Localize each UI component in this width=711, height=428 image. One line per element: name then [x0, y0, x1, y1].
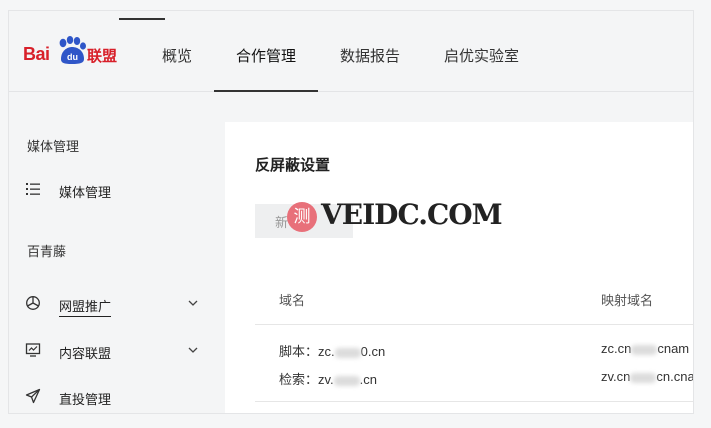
mapped-search-line: zv.cn cn.cnam — [601, 369, 694, 384]
watermark-badge: 测 — [287, 202, 317, 232]
page-title: 反屏蔽设置 — [255, 157, 331, 174]
column-header-domain: 域名 — [279, 293, 306, 308]
nav-item-overview[interactable]: 概览 — [140, 11, 214, 91]
nav-item-reports[interactable]: 数据报告 — [318, 11, 422, 91]
app-window: Bai du 联盟 概览 合作管理 数据报告 启优实验室 媒体管理 媒体管理 百… — [8, 10, 694, 414]
monitor-icon — [25, 343, 41, 357]
sidebar-item-label: 网盟推广 — [59, 296, 112, 317]
logo-text-bai: Bai — [23, 44, 50, 64]
domain-value-start: zc. — [318, 344, 335, 359]
mapped-value-end: cn.cnam — [656, 369, 694, 384]
domain-prefix: 检索： — [279, 372, 319, 387]
logo-text-union: 联盟 — [87, 48, 118, 65]
redacted-text — [334, 347, 361, 358]
mapped-script-line: zc.cn cnam — [601, 341, 689, 356]
chevron-down-icon[interactable] — [187, 344, 199, 356]
mapped-value-start: zc.cn — [601, 341, 632, 356]
sidebar-item-label: 内容联盟 — [59, 346, 112, 361]
sidebar-item-content-union[interactable]: 内容联盟 — [9, 335, 225, 367]
baidu-paw-icon: du — [59, 36, 86, 64]
nav-item-cooperation[interactable]: 合作管理 — [214, 11, 319, 92]
domain-search-line: 检索：zv. .cn — [279, 369, 377, 388]
column-header-mapped-domain: 映射域名 — [601, 293, 654, 308]
mapped-value-end: cnam — [657, 341, 690, 356]
domain-prefix: 脚本： — [279, 344, 319, 359]
chevron-down-icon[interactable] — [187, 297, 199, 309]
sidebar-group-media: 媒体管理 — [27, 139, 80, 154]
watermark: 测 VEIDC.COM — [287, 196, 503, 238]
sidebar-item-label: 媒体管理 — [59, 185, 112, 200]
pie-chart-icon — [26, 296, 40, 310]
redacted-text — [631, 344, 658, 355]
top-navigation-bar: Bai du 联盟 概览 合作管理 数据报告 启优实验室 — [9, 11, 693, 92]
baidu-union-logo[interactable]: Bai du 联盟 — [23, 33, 123, 69]
table-header: 域名 映射域名 — [255, 270, 693, 325]
main-nav: 概览 合作管理 数据报告 启优实验室 — [140, 11, 541, 92]
redacted-text — [630, 372, 657, 383]
list-icon — [26, 183, 40, 195]
sidebar-item-media-management[interactable]: 媒体管理 — [9, 174, 225, 206]
sidebar-item-direct-management[interactable]: 直投管理 — [9, 381, 225, 413]
domain-value-end: .cn — [359, 372, 378, 387]
domain-script-line: 脚本：zc. 0.cn — [279, 341, 385, 360]
sidebar-item-label: 直投管理 — [59, 392, 112, 407]
sidebar-item-network-promotion[interactable]: 网盟推广 — [9, 288, 225, 320]
send-icon — [25, 388, 41, 404]
domain-value-start: zv. — [318, 372, 334, 387]
watermark-text: VEIDC.COM — [321, 198, 503, 231]
logo-paw-text: du — [67, 52, 78, 62]
redacted-text — [333, 375, 360, 386]
domain-value-end: 0.cn — [360, 344, 386, 359]
sidebar-group-baiqingteng: 百青藤 — [27, 244, 67, 259]
sidebar: 媒体管理 媒体管理 百青藤 网盟推广 内容联盟 直投管理 — [9, 92, 225, 413]
domain-table: 域名 映射域名 脚本：zc. 0.cn 检索：zv. .cn zc.cn cnam z… — [255, 270, 694, 402]
nav-item-lab[interactable]: 启优实验室 — [422, 11, 541, 91]
table-row: 脚本：zc. 0.cn 检索：zv. .cn zc.cn cnam zv.cn cn.c… — [255, 325, 694, 402]
mapped-value-start: zv.cn — [601, 369, 631, 384]
main-panel: 反屏蔽设置 新 测 VEIDC.COM 域名 映射域名 脚本：zc. 0.cn 检… — [225, 122, 694, 413]
